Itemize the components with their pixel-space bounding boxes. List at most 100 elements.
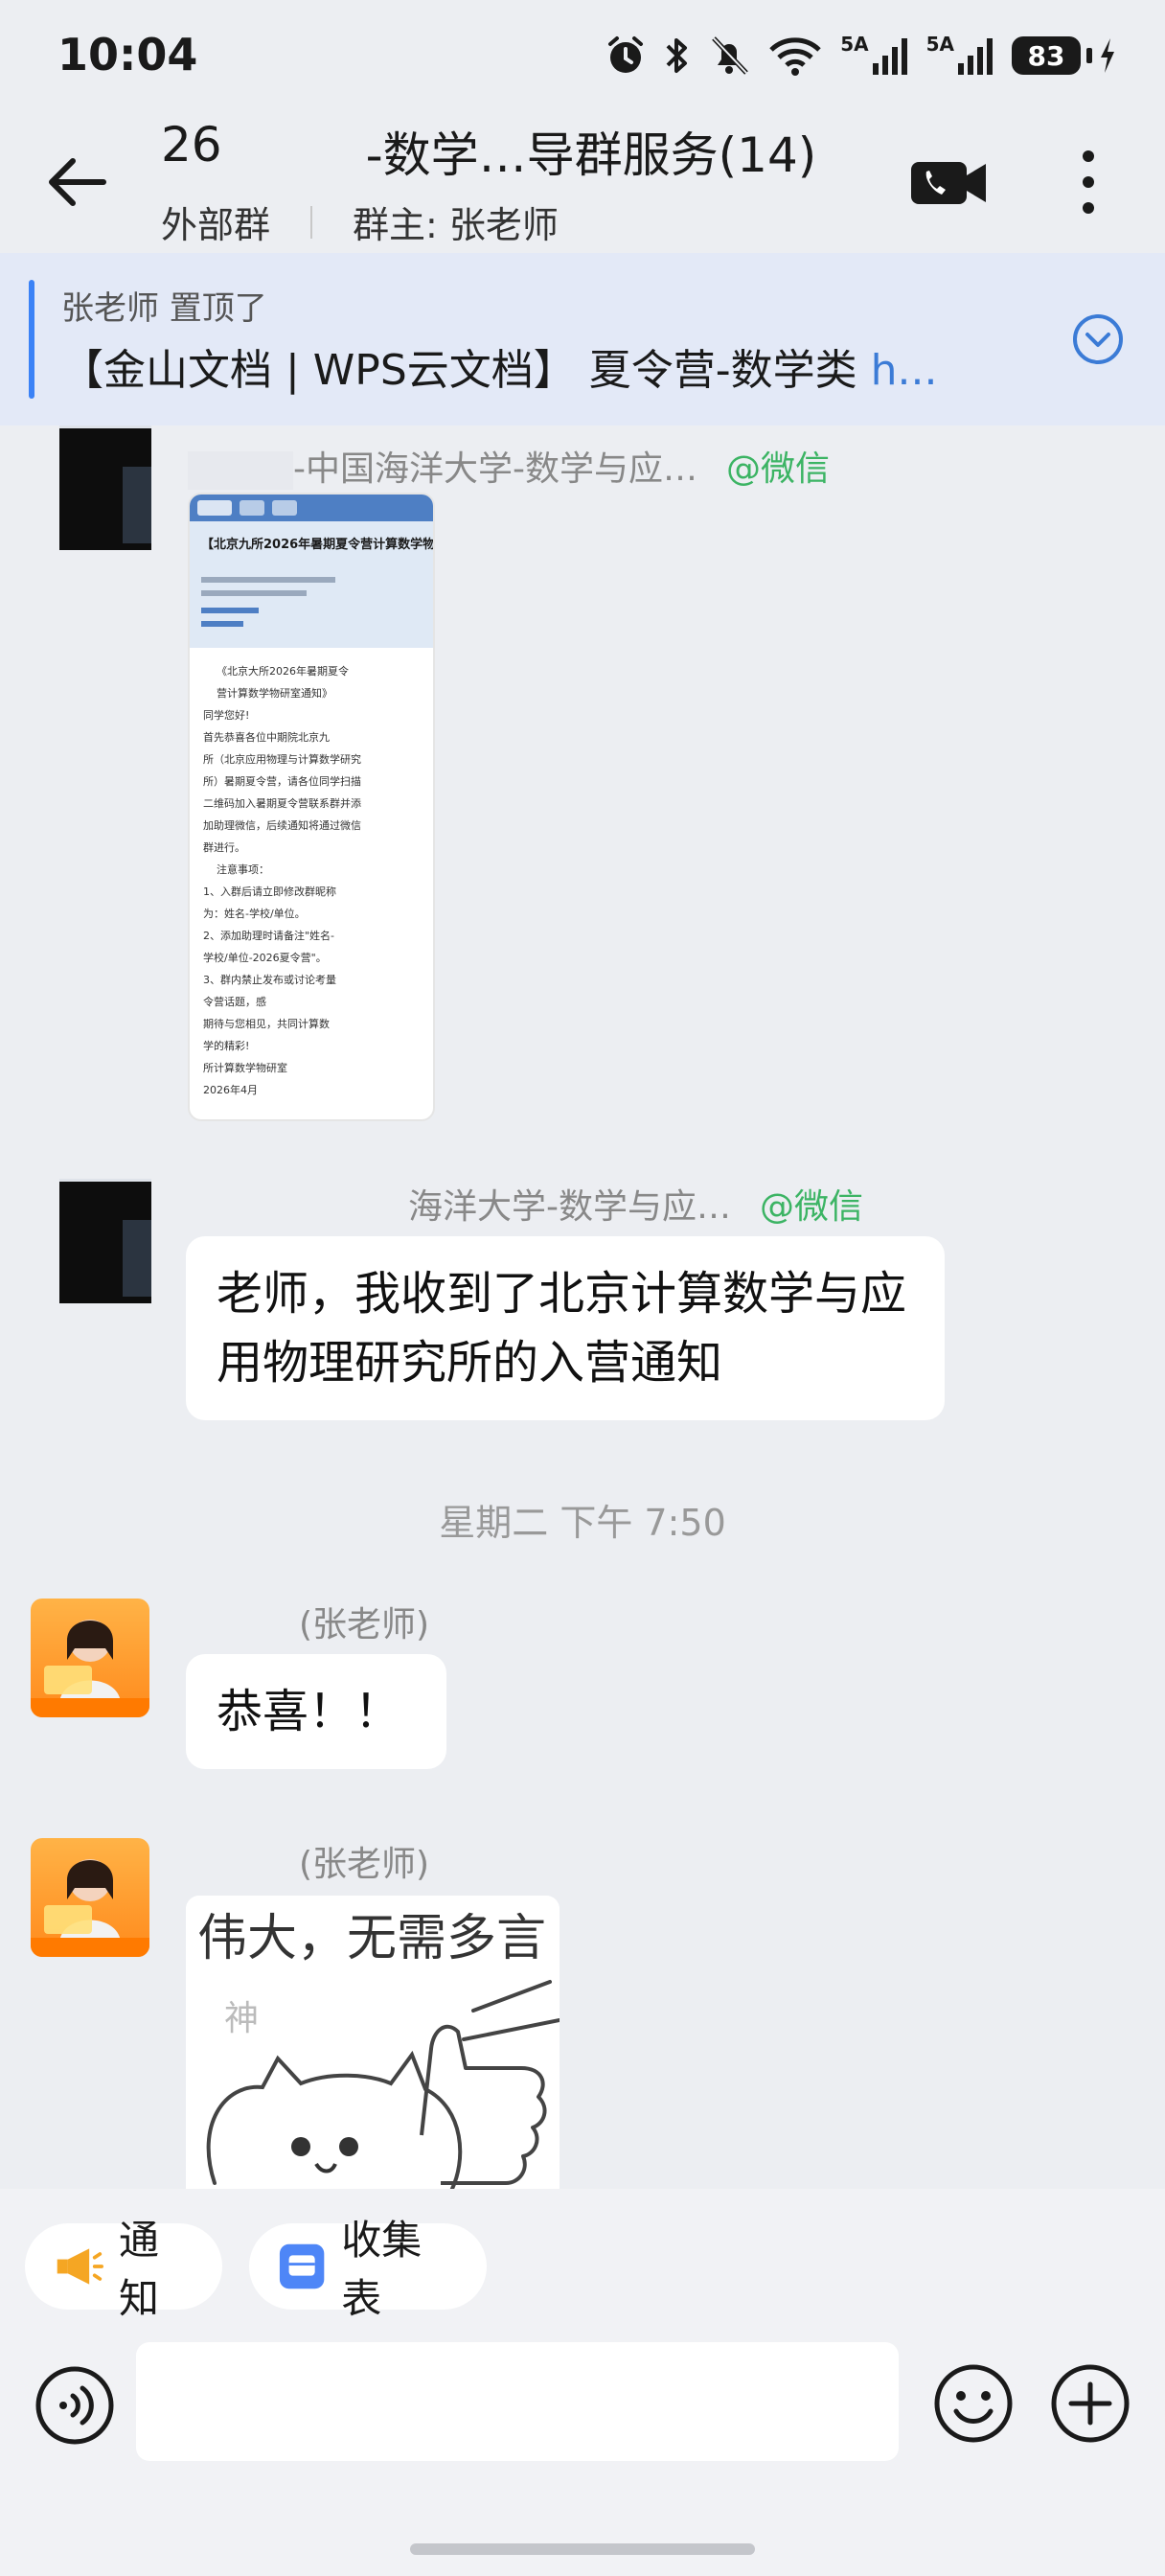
- cat-thumbs-up-sticker: 伟大，无需多言 神: [186, 1896, 560, 2189]
- doc-line: 3、群内禁止发布或讨论考量: [203, 973, 336, 986]
- doc-line: 为：姓名-学校/单位。: [203, 907, 306, 920]
- sticker-message[interactable]: 伟大，无需多言 神: [186, 1896, 560, 2189]
- chat-header: 26 -数学…导群服务(14) 外部群 群主: 张老师: [0, 115, 1165, 249]
- mute-bell-icon: [712, 36, 749, 75]
- avatar[interactable]: [31, 1838, 149, 1957]
- arrow-left-icon: [49, 158, 106, 206]
- battery-tip: [1086, 48, 1092, 63]
- group-title-rest: -数学…导群服务(14): [365, 127, 817, 183]
- pinned-content: 【金山文档 | WPS云文档】 夏令营-数学类 h...: [61, 335, 1029, 397]
- avatar[interactable]: [59, 426, 151, 550]
- collect-form-label: 收集表: [341, 2217, 423, 2322]
- pinned-message-bar[interactable]: 张老师 置顶了 【金山文档 | WPS云文档】 夏令营-数学类 h...: [0, 253, 1165, 426]
- collect-form-chip[interactable]: 收集表: [249, 2217, 487, 2322]
- doc-line: 2、添加助理时请备注"姓名-: [203, 929, 334, 942]
- doc-line: 2026年4月: [203, 1083, 258, 1096]
- message-bubble[interactable]: 恭喜！！: [186, 1654, 446, 1769]
- doc-line: 所（北京应用物理与计算数学研究: [203, 752, 361, 766]
- wifi-icon: [769, 37, 821, 76]
- doc-line: 注意事项：: [217, 862, 269, 876]
- message-input[interactable]: [136, 2342, 899, 2461]
- charging-icon: [1101, 38, 1114, 73]
- status-icons: 5A 5A 83: [605, 31, 1117, 80]
- plus-icon[interactable]: [1050, 2363, 1131, 2444]
- wechat-source-tag: @微信: [725, 449, 830, 489]
- teacher-avatar-image: [31, 1859, 149, 1957]
- teacher-avatar-image: [31, 1620, 149, 1717]
- doc-line: 群进行。: [203, 840, 245, 854]
- message-bubble[interactable]: 老师，我收到了北京计算数学与应用物理研究所的入营通知: [186, 1236, 945, 1420]
- notify-chip[interactable]: 通知: [25, 2217, 222, 2322]
- doc-line: 加助理微信，后续通知将通过微信: [203, 818, 361, 832]
- image-message[interactable]: 【北京九所2026年暑期夏令营计算数学物理研究通知】 《北京大所2026年暑期夏…: [188, 493, 435, 1121]
- sender-name: (张老师): [299, 1605, 430, 1644]
- net-label-2: 5A: [925, 33, 954, 56]
- doc-line: 《北京大所2026年暑期夏令: [217, 664, 349, 678]
- document-screenshot: 【北京九所2026年暑期夏令营计算数学物理研究通知】 《北京大所2026年暑期夏…: [190, 494, 435, 1096]
- doc-line: 所计算数学物研室: [203, 1061, 287, 1074]
- doc-line: 1、入群后请立即修改群昵称: [203, 885, 336, 898]
- form-icon: [279, 2243, 325, 2289]
- sender-name-text: 海洋大学-数学与应…: [408, 1187, 731, 1227]
- group-title: 26 -数学…导群服务(14): [161, 117, 908, 186]
- doc-line: 令营话题，感: [203, 995, 266, 1008]
- cellular-signal-1: 5A: [840, 34, 908, 77]
- sticker-caption: 伟大，无需多言: [197, 1910, 546, 1967]
- group-owner-label: 群主: 张老师: [353, 204, 559, 246]
- signal-bars-icon: [872, 38, 907, 75]
- doc-line: 学的精彩!: [203, 1039, 249, 1052]
- pinned-accent-bar: [29, 280, 34, 399]
- video-call-button[interactable]: [906, 150, 993, 217]
- doc-line: 二维码加入暑期夏令营联系群并添: [203, 796, 361, 810]
- sender-name: (张老师): [299, 1845, 430, 1884]
- wechat-source-tag: @微信: [760, 1187, 864, 1227]
- sender-name: 海洋大学-数学与应… @微信: [408, 1179, 863, 1229]
- notify-label: 通知: [119, 2217, 160, 2322]
- pinned-link[interactable]: h...: [871, 346, 938, 395]
- redacted-area: [188, 451, 293, 490]
- more-options-button[interactable]: [1060, 144, 1117, 220]
- doc-line: 同学您好!: [203, 708, 249, 722]
- doc-line: 首先恭喜各位中期院北京九: [203, 730, 330, 744]
- signal-bars-icon: [958, 38, 993, 75]
- pinned-text: 【金山文档 | WPS云文档】 夏令营-数学类: [61, 346, 871, 395]
- back-button[interactable]: [38, 144, 115, 220]
- voice-icon[interactable]: [34, 2365, 115, 2446]
- avatar[interactable]: [31, 1598, 149, 1717]
- home-indicator[interactable]: [410, 2543, 755, 2555]
- phone-video-icon: [911, 162, 986, 204]
- sender-name: -中国海洋大学-数学与应… @微信: [188, 441, 830, 491]
- redacted-area: [221, 117, 366, 174]
- group-title-prefix: 26: [161, 117, 222, 172]
- group-title-block[interactable]: 26 -数学…导群服务(14) 外部群 群主: 张老师: [161, 115, 908, 248]
- doc-line: 期待与您相见，共同计算数: [203, 1017, 330, 1030]
- doc-line: 学校/单位-2026夏令营"。: [203, 951, 327, 964]
- more-vertical-icon: [1083, 150, 1094, 214]
- sender-name-text: -中国海洋大学-数学与应…: [293, 449, 697, 489]
- doc-line: 营计算数学物研室通知》: [217, 686, 332, 700]
- message-list[interactable]: -中国海洋大学-数学与应… @微信 【北京九所2026年暑期夏令营计算数学物理研究…: [0, 426, 1165, 2189]
- composer-area: 通知 收集表: [0, 2189, 1165, 2576]
- time-divider: 星期二 下午 7:50: [439, 1502, 726, 1544]
- battery-level: 83: [1012, 36, 1081, 75]
- group-subtitle: 外部群 群主: 张老师: [161, 196, 908, 248]
- cellular-signal-2: 5A: [926, 34, 994, 77]
- megaphone-icon: [57, 2248, 103, 2285]
- net-label-1: 5A: [840, 33, 869, 56]
- pinned-by-label: 张老师 置顶了: [61, 289, 267, 328]
- doc-body: 《北京大所2026年暑期夏令营计算数学物研室通知》同学您好! 首先恭喜各位中期院北…: [203, 664, 361, 1096]
- doc-title: 【北京九所2026年暑期夏令营计算数学物理研究通知】: [201, 537, 435, 552]
- bluetooth-icon: [666, 38, 688, 73]
- status-time: 10:04: [57, 29, 198, 80]
- battery-indicator: 83: [1012, 36, 1117, 75]
- divider: [310, 205, 313, 239]
- emoji-icon[interactable]: [933, 2363, 1014, 2444]
- input-row: [0, 2342, 1165, 2467]
- group-type-label: 外部群: [161, 204, 271, 246]
- status-bar: 10:04 5A 5A 83: [0, 0, 1165, 115]
- sticker-subtext: 神: [224, 1999, 259, 2038]
- alarm-icon: [608, 36, 644, 73]
- doc-line: 所）暑期夏令营，请各位同学扫描: [203, 774, 361, 788]
- chevron-down-circle-icon[interactable]: [1069, 310, 1127, 368]
- avatar[interactable]: [59, 1179, 151, 1303]
